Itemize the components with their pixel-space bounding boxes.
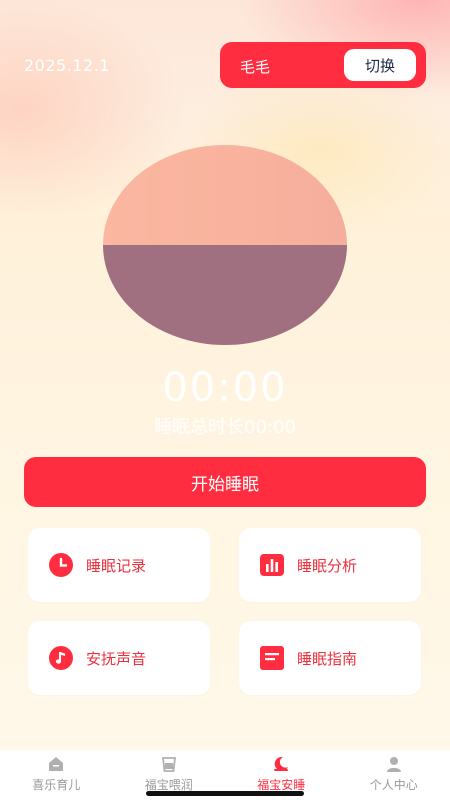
sleep-guide-card[interactable]: 睡眠指南 <box>239 621 421 695</box>
home-indicator <box>146 791 304 796</box>
current-date: 2025.12.1 <box>24 56 110 75</box>
card-label: 睡眠记录 <box>86 556 147 575</box>
baby-switcher: 毛毛 切换 <box>220 42 426 88</box>
tab-label: 个人中心 <box>369 778 418 792</box>
music-note-icon <box>48 645 74 671</box>
orb-top-half <box>103 145 347 245</box>
guide-icon <box>259 645 285 671</box>
start-sleep-button[interactable]: 开始睡眠 <box>24 457 426 507</box>
total-sleep-duration: 睡眠总时长00:00 <box>154 417 296 438</box>
sleep-timer: 00:00 <box>162 365 288 411</box>
clock-icon <box>48 552 74 578</box>
sleep-record-card[interactable]: 睡眠记录 <box>28 528 210 602</box>
tab-profile[interactable]: 个人中心 <box>338 750 450 800</box>
card-label: 安抚声音 <box>86 649 147 668</box>
orb-bottom-half <box>103 245 347 345</box>
sleep-orb <box>103 145 347 345</box>
moon-icon <box>271 754 291 774</box>
soothing-sounds-card[interactable]: 安抚声音 <box>28 621 210 695</box>
card-label: 睡眠分析 <box>297 556 358 575</box>
switch-baby-button[interactable]: 切换 <box>344 49 416 81</box>
home-icon <box>46 754 66 774</box>
tab-label: 喜乐育儿 <box>32 778 81 792</box>
tab-parenting[interactable]: 喜乐育儿 <box>0 750 113 800</box>
cup-icon <box>159 754 179 774</box>
baby-name: 毛毛 <box>240 58 271 76</box>
sleep-analysis-card[interactable]: 睡眠分析 <box>239 528 421 602</box>
bar-chart-icon <box>259 552 285 578</box>
user-icon <box>384 754 404 774</box>
card-label: 睡眠指南 <box>297 649 358 668</box>
